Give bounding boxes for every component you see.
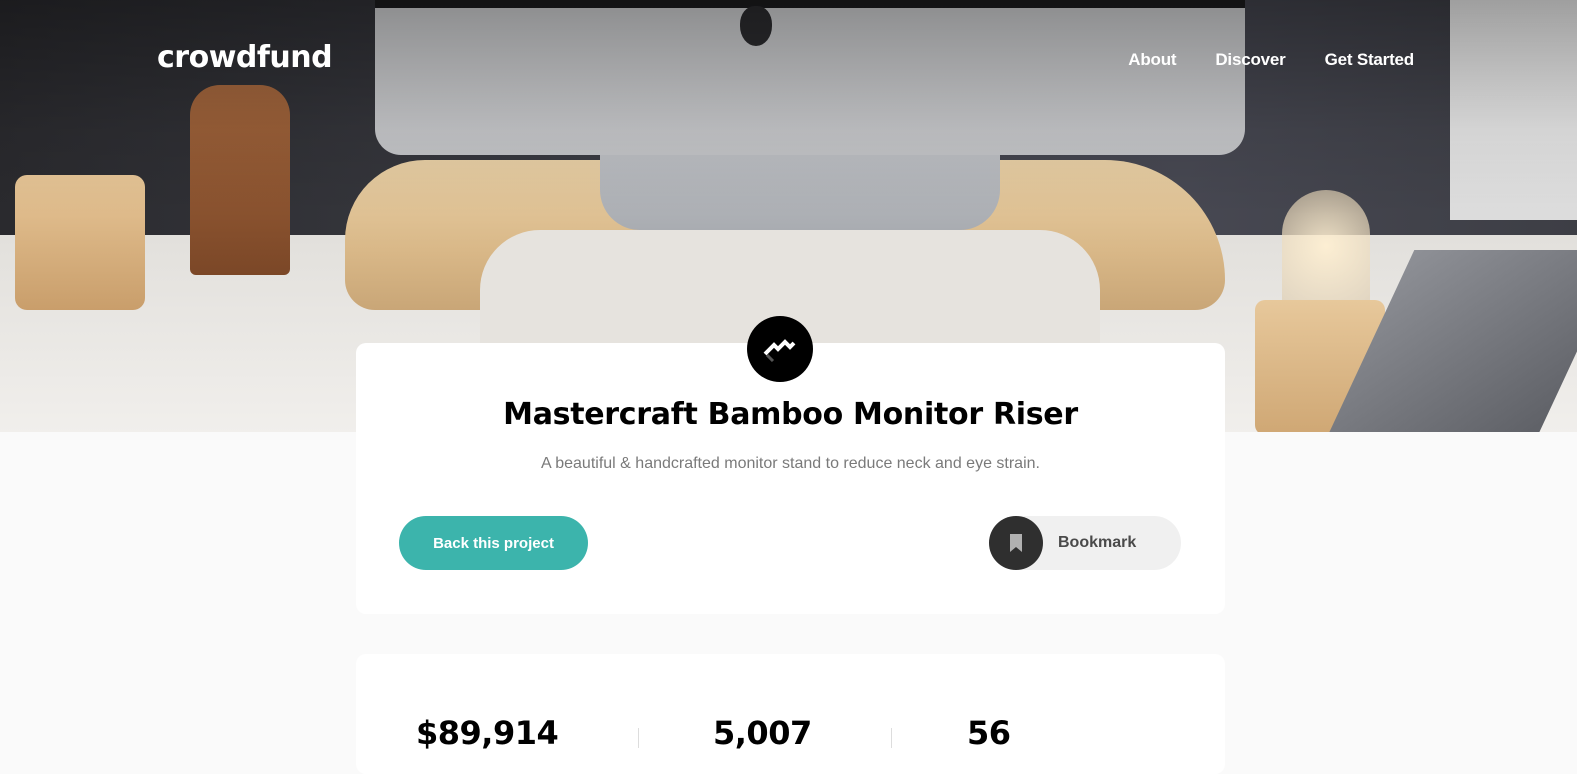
nav-discover[interactable]: Discover <box>1215 50 1285 70</box>
nav-get-started[interactable]: Get Started <box>1325 50 1415 70</box>
mastercraft-logo-icon <box>747 316 813 382</box>
bookmark-button[interactable]: Bookmark <box>989 516 1181 570</box>
project-title: Mastercraft Bamboo Monitor Riser <box>503 397 1078 432</box>
site-header: crowdfund About Discover Get Started <box>0 0 1577 120</box>
bookmark-label: Bookmark <box>1058 534 1137 551</box>
main-nav: About Discover Get Started <box>1128 50 1414 70</box>
stat-divider <box>638 728 639 748</box>
stat-total-backers: 5,007 <box>713 714 812 752</box>
site-logo[interactable]: crowdfund <box>157 40 333 75</box>
stat-days-left: 56 <box>967 714 1011 752</box>
bookmark-icon <box>989 516 1043 570</box>
nav-about[interactable]: About <box>1128 50 1176 70</box>
stat-divider <box>891 728 892 748</box>
project-description: A beautiful & handcrafted monitor stand … <box>541 455 1040 472</box>
back-project-button[interactable]: Back this project <box>399 516 588 570</box>
project-card <box>356 343 1225 614</box>
stat-backed-amount: $89,914 <box>416 714 559 752</box>
